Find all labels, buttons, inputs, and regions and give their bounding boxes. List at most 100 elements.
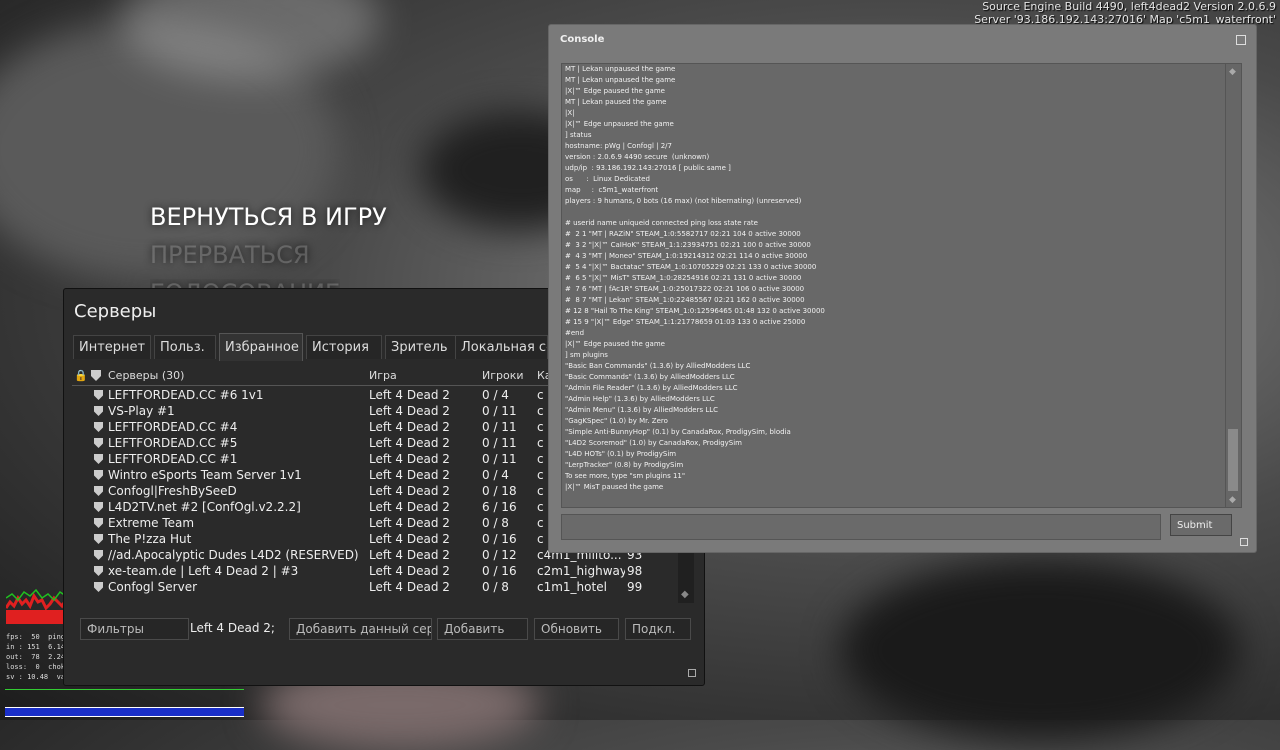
console-line: # 2 1 "MT | RAZiN" STEAM_1:0:5582717 02:… <box>565 230 801 238</box>
server-players: 0 / 12 <box>482 548 517 562</box>
server-name: Confogl|FreshBySeeD <box>108 484 237 498</box>
server-players: 0 / 4 <box>482 468 509 482</box>
console-line: udp/ip : 93.186.192.143:27016 [ public s… <box>565 164 731 172</box>
console-line: MT | Lekan unpaused the game <box>565 76 676 84</box>
vac-shield-icon <box>94 582 103 592</box>
console-line: # 12 8 "Hail To The King" STEAM_1:0:1259… <box>565 307 825 315</box>
add-current-server-button[interactable]: Добавить данный сер... <box>289 618 432 640</box>
console-line: os : Linux Dedicated <box>565 175 650 183</box>
server-game: Left 4 Dead 2 <box>369 580 450 594</box>
maximize-icon[interactable] <box>1236 35 1246 45</box>
build-info: Source Engine Build 4490, left4dead2 Ver… <box>974 0 1276 26</box>
console-scroll-thumb[interactable] <box>1228 429 1238 491</box>
vac-shield-icon <box>94 502 103 512</box>
vac-shield-icon[interactable] <box>91 370 101 381</box>
server-name: The P!zza Hut <box>108 532 192 546</box>
console-line: # 7 6 "MT | fAc1R" STEAM_1:0:25017322 02… <box>565 285 805 293</box>
tab-lan[interactable]: Локальная сеть <box>455 335 548 359</box>
server-name: L4D2TV.net #2 [ConfOgl.v2.2.2] <box>108 500 301 514</box>
scroll-up-icon[interactable]: ◆ <box>1229 67 1236 77</box>
console-line: # 6 5 "|X|™ MisT" STEAM_1:0:28254916 02:… <box>565 274 802 282</box>
add-server-button[interactable]: Добавить <box>437 618 528 640</box>
console-line: hostname: pWg | Confogl | 2/7 <box>565 142 672 150</box>
console-scrollbar[interactable]: ◆ ◆ <box>1225 63 1242 508</box>
server-map: c1m1_hotel <box>537 580 607 594</box>
vac-shield-icon <box>94 486 103 496</box>
console-line: "Basic Commands" (1.3.6) by AlliedModder… <box>565 373 735 381</box>
console-line: # 8 7 "MT | Lekan" STEAM_1:0:22485567 02… <box>565 296 805 304</box>
server-ping: 99 <box>627 580 643 594</box>
server-players: 0 / 8 <box>482 580 509 594</box>
disconnect-item[interactable]: ПРЕРВАТЬСЯ <box>150 241 310 269</box>
server-game: Left 4 Dead 2 <box>369 500 450 514</box>
console-line: ] status <box>565 131 592 139</box>
console-line: |X|™ Edge paused the game <box>565 87 665 95</box>
console-line: |X|™ Edge paused the game <box>565 340 665 348</box>
console-line: "Basic Ban Commands" (1.3.6) by AlliedMo… <box>565 362 751 370</box>
console-line: MT | Lekan paused the game <box>565 98 667 106</box>
console-input[interactable] <box>561 514 1161 540</box>
servers-title: Серверы <box>74 301 157 322</box>
console-line: "LerpTracker" (0.8) by ProdigySim <box>565 461 684 469</box>
console-line: "GagKSpec" (1.0) by Mr. Zero <box>565 417 668 425</box>
console-line: #end <box>565 329 585 337</box>
console-line: "Admin File Reader" (1.3.6) by AlliedMod… <box>565 384 738 392</box>
connect-button[interactable]: Подкл. <box>625 618 691 640</box>
submit-button[interactable]: Submit <box>1170 514 1232 536</box>
col-servers[interactable]: Серверы (30) <box>108 369 184 382</box>
col-game[interactable]: Игра <box>369 369 397 382</box>
server-players: 0 / 4 <box>482 388 509 402</box>
resize-icon[interactable] <box>688 669 696 677</box>
build-version: Source Engine Build 4490, left4dead2 Ver… <box>982 0 1276 13</box>
vac-shield-icon <box>94 390 103 400</box>
console-line: |X|™ MisT paused the game <box>565 483 664 491</box>
server-row[interactable]: xe-team.de | Left 4 Dead 2 | #3 Left 4 De… <box>72 563 696 579</box>
server-name: VS-Play #1 <box>108 404 175 418</box>
server-players: 0 / 11 <box>482 420 517 434</box>
vac-shield-icon <box>94 406 103 416</box>
server-name: Confogl Server <box>108 580 198 594</box>
server-name: Extreme Team <box>108 516 195 530</box>
server-players: 0 / 18 <box>482 484 517 498</box>
tab-spectate[interactable]: Зритель <box>385 335 457 359</box>
console-line: players : 9 humans, 0 bots (16 max) (not… <box>565 197 802 205</box>
server-game: Left 4 Dead 2 <box>369 484 450 498</box>
filter-summary: Left 4 Dead 2; <box>190 621 275 635</box>
tab-history[interactable]: История <box>306 335 382 359</box>
server-game: Left 4 Dead 2 <box>369 388 450 402</box>
server-game: Left 4 Dead 2 <box>369 420 450 434</box>
console-line: "Admin Menu" (1.3.6) by AlliedModders LL… <box>565 406 719 414</box>
scroll-down-icon[interactable]: ◆ <box>681 589 689 600</box>
console-line: To see more, type "sm plugins 11" <box>565 472 686 480</box>
lock-icon[interactable]: 🔒 <box>74 369 88 382</box>
server-name: LEFTFORDEAD.CC #5 <box>108 436 238 450</box>
tab-custom[interactable]: Польз. <box>154 335 216 359</box>
vac-shield-icon <box>94 566 103 576</box>
console-line: "Simple Anti-BunnyHop" (0.1) by CanadaRo… <box>565 428 791 436</box>
vac-shield-icon <box>94 422 103 432</box>
console-line: ] sm plugins <box>565 351 608 359</box>
server-name: //ad.Apocalyptic Dudes L4D2 (RESERVED) <box>108 548 359 562</box>
console-window: Console MT | Lekan unpaused the game MT |… <box>548 24 1257 553</box>
console-line: MT | Lekan unpaused the game <box>565 65 676 73</box>
scroll-down-icon[interactable]: ◆ <box>1229 495 1236 505</box>
server-players: 0 / 16 <box>482 532 517 546</box>
resize-icon[interactable] <box>1240 538 1248 546</box>
console-line: map : c5m1_waterfront <box>565 186 659 194</box>
refresh-button[interactable]: Обновить <box>534 618 619 640</box>
vac-shield-icon <box>94 518 103 528</box>
console-line: version : 2.0.6.9 4490 secure (unknown) <box>565 153 710 161</box>
tab-favorites[interactable]: Избранное <box>219 333 303 361</box>
resume-game-item[interactable]: ВЕРНУТЬСЯ В ИГРУ <box>150 203 387 231</box>
server-name: Wintro eSports Team Server 1v1 <box>108 468 302 482</box>
filters-button[interactable]: Фильтры <box>80 618 189 640</box>
console-line: # 3 2 "|X|™ CaIHoK" STEAM_1:1:23934751 0… <box>565 241 811 249</box>
col-players[interactable]: Игроки <box>482 369 524 382</box>
server-players: 0 / 11 <box>482 436 517 450</box>
console-line: |X|™ Edge unpaused the game <box>565 120 674 128</box>
server-map: c2m1_highway <box>537 564 625 578</box>
server-row[interactable]: Confogl Server Left 4 Dead 2 0 / 8 c1m1_hot… <box>72 579 696 595</box>
server-game: Left 4 Dead 2 <box>369 468 450 482</box>
tab-internet[interactable]: Интернет <box>73 335 151 359</box>
